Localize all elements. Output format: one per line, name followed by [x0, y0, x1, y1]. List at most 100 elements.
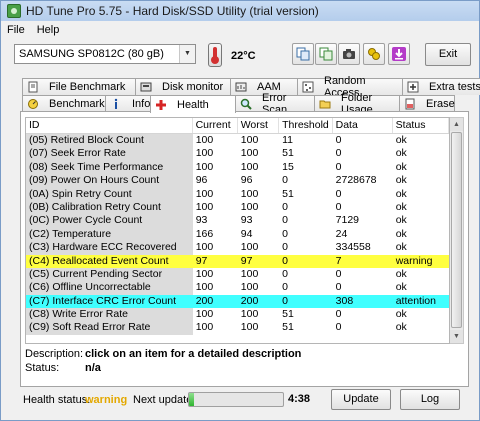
- chevron-down-icon[interactable]: ▼: [179, 45, 195, 63]
- options-icon[interactable]: [363, 43, 385, 65]
- column-header-current[interactable]: Current: [193, 118, 238, 133]
- table-row[interactable]: (C6) Offline Uncorrectable 100 100 0 0 ok: [26, 281, 449, 295]
- cell-data: 0: [335, 187, 342, 200]
- cell-status: ok: [395, 200, 407, 213]
- tab-disk-monitor[interactable]: Disk monitor: [135, 78, 231, 95]
- cell-data: 308: [332, 294, 393, 309]
- cell-worst: 100: [240, 147, 259, 160]
- tab-folder-usage[interactable]: Folder Usage: [314, 92, 400, 116]
- menu-file[interactable]: File: [1, 24, 31, 36]
- cell-data: 0: [335, 281, 342, 294]
- table-row[interactable]: (0A) Spin Retry Count 100 100 51 0 ok: [26, 187, 449, 201]
- log-button[interactable]: Log: [400, 389, 460, 410]
- table-row[interactable]: (09) Power On Hours Count 96 96 0 2728678 ok: [26, 174, 449, 188]
- cell-threshold: 51: [282, 308, 294, 321]
- cell-id: (C5) Current Pending Sector: [26, 267, 193, 282]
- description-value: click on an item for a detailed descript…: [85, 348, 302, 360]
- table-row[interactable]: (07) Seek Error Rate 100 100 51 0 ok: [26, 147, 449, 161]
- camera-icon[interactable]: [338, 43, 360, 65]
- column-header-threshold[interactable]: Threshold: [279, 118, 333, 133]
- cell-threshold: 51: [282, 187, 294, 200]
- cell-data: 2728678: [335, 174, 377, 187]
- cell-current: 100: [195, 321, 214, 334]
- cell-status: ok: [395, 174, 407, 187]
- tab-label: Erase: [426, 98, 455, 110]
- column-header-status[interactable]: Status: [393, 118, 449, 133]
- scroll-up-icon[interactable]: ▲: [450, 118, 463, 131]
- cell-worst: 100: [240, 134, 259, 146]
- smart-table: ID Current Worst Threshold Data Status (…: [25, 117, 450, 344]
- cell-status: ok: [395, 160, 407, 173]
- tab-label: File Benchmark: [49, 81, 126, 93]
- table-body: (05) Retired Block Count 100 100 11 0 ok (07) …: [26, 134, 449, 335]
- cell-status: ok: [395, 147, 407, 160]
- cell-id: (C6) Offline Uncorrectable: [26, 281, 193, 295]
- column-header-id[interactable]: ID: [26, 118, 193, 133]
- cell-threshold: 0: [282, 281, 288, 294]
- column-header-data[interactable]: Data: [333, 118, 393, 133]
- tab-label: Disk monitor: [162, 81, 224, 93]
- table-row[interactable]: (05) Retired Block Count 100 100 11 0 ok: [26, 134, 449, 148]
- tab-health[interactable]: Health: [150, 95, 236, 113]
- vertical-scrollbar[interactable]: ▲ ▼: [450, 117, 464, 344]
- drive-select[interactable]: SAMSUNG SP0812C (80 gB) ▼: [14, 44, 196, 64]
- cell-id: (C9) Soft Read Error Rate: [26, 321, 193, 335]
- tab-label: Health: [177, 98, 209, 111]
- scroll-thumb[interactable]: [451, 132, 462, 328]
- download-icon[interactable]: [388, 43, 410, 65]
- cell-worst: 200: [237, 294, 280, 309]
- table-row[interactable]: (C2) Temperature 166 94 0 24 ok: [26, 227, 449, 242]
- cell-status: attention: [392, 294, 449, 309]
- cell-current: 100: [195, 187, 214, 200]
- exit-button[interactable]: Exit: [425, 43, 471, 66]
- cell-id: (C3) Hardware ECC Recovered: [26, 241, 193, 255]
- tab-benchmark[interactable]: Benchmark: [22, 95, 106, 112]
- tab-info[interactable]: Info: [105, 95, 151, 112]
- table-row[interactable]: (C7) Interface CRC Error Count 200 200 0 308…: [26, 294, 449, 309]
- cell-data: 0: [335, 308, 342, 321]
- column-header-worst[interactable]: Worst: [238, 118, 280, 133]
- tab-row-top: File Benchmark Disk monitor AAM Random A…: [22, 75, 480, 99]
- cell-threshold: 0: [282, 174, 288, 187]
- status-label: Status:: [25, 362, 60, 374]
- table-row[interactable]: (0C) Power Cycle Count 93 93 0 7129 ok: [26, 214, 449, 228]
- tab-file-benchmark[interactable]: File Benchmark: [22, 78, 136, 95]
- copy-info-icon[interactable]: [315, 43, 337, 65]
- copy-icon[interactable]: [292, 43, 314, 65]
- cell-data: 0: [335, 134, 342, 146]
- table-row[interactable]: (C8) Write Error Rate 100 100 51 0 ok: [26, 308, 449, 322]
- cell-worst: 100: [240, 321, 259, 334]
- table-row[interactable]: (C9) Soft Read Error Rate 100 100 51 0 ok: [26, 321, 449, 335]
- update-progress-bar: [188, 392, 284, 407]
- cell-id: (05) Retired Block Count: [26, 134, 193, 148]
- cell-current: 200: [192, 294, 238, 309]
- tab-error-scan[interactable]: Error Scan: [235, 92, 315, 116]
- cell-current: 100: [195, 147, 214, 160]
- window-title: HD Tune Pro 5.75 - Hard Disk/SSD Utility…: [26, 4, 319, 18]
- table-row[interactable]: (C5) Current Pending Sector 100 100 0 0 ok: [26, 267, 449, 282]
- cell-status: ok: [395, 267, 407, 280]
- cell-current: 100: [195, 267, 214, 280]
- tab-extra-tests[interactable]: Extra tests: [402, 78, 480, 95]
- cell-status: ok: [395, 321, 407, 334]
- table-row[interactable]: (08) Seek Time Performance 100 100 15 0 ok: [26, 160, 449, 175]
- table-row[interactable]: (C3) Hardware ECC Recovered 100 100 0 334558…: [26, 241, 449, 255]
- cell-id: (09) Power On Hours Count: [26, 174, 193, 188]
- disk-monitor-icon: [140, 81, 152, 93]
- cell-threshold: 0: [282, 227, 288, 240]
- cell-id: (C7) Interface CRC Error Count: [26, 294, 193, 309]
- table-row[interactable]: (C4) Reallocated Event Count 97 97 0 7 warnin…: [26, 254, 449, 268]
- update-button[interactable]: Update: [331, 389, 391, 410]
- cell-current: 100: [195, 241, 214, 254]
- cell-data: 7129: [335, 214, 359, 227]
- update-timer: 4:38: [288, 393, 311, 405]
- scroll-down-icon[interactable]: ▼: [450, 330, 463, 343]
- table-row[interactable]: (0B) Calibration Retry Count 100 100 0 0 ok: [26, 200, 449, 215]
- menu-help[interactable]: Help: [31, 24, 66, 36]
- tab-erase[interactable]: Erase: [399, 95, 455, 112]
- cell-data: 7: [332, 254, 393, 268]
- cell-worst: 100: [240, 187, 259, 200]
- thermometer-icon: [208, 43, 222, 67]
- cell-data: 0: [335, 160, 342, 173]
- cell-current: 96: [195, 174, 208, 187]
